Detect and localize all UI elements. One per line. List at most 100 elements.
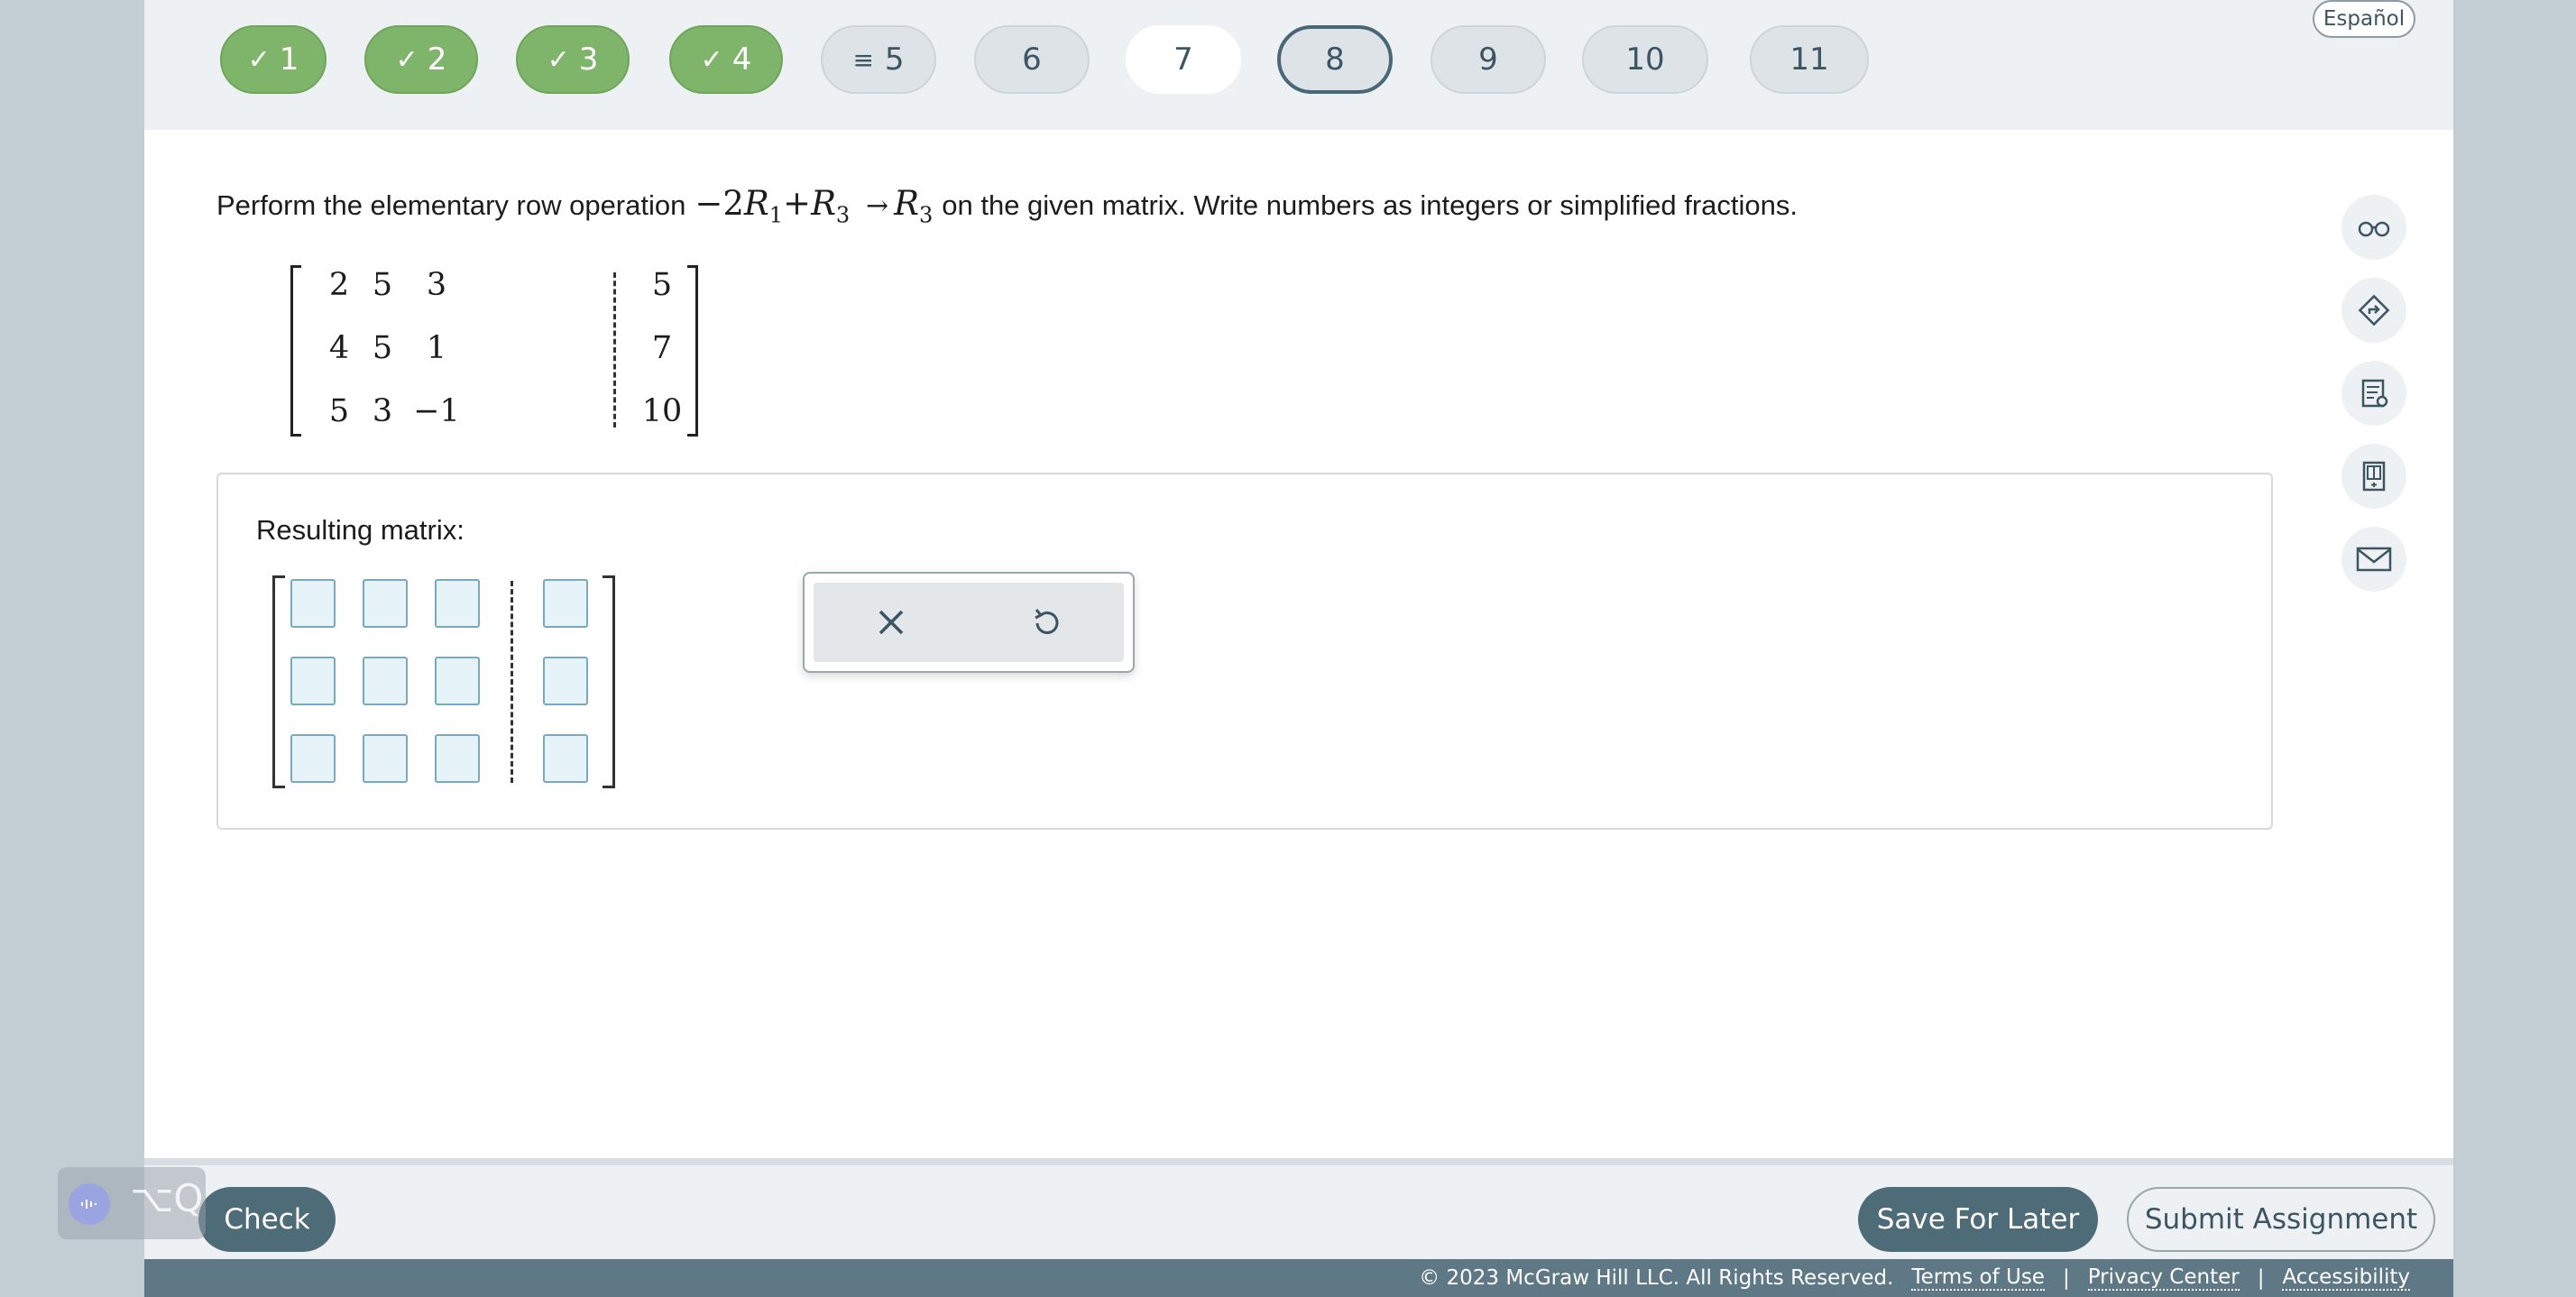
matrix-cell: 5 xyxy=(372,330,393,366)
privacy-link[interactable]: Privacy Center xyxy=(2087,1265,2240,1291)
matrix-left-bracket xyxy=(290,265,301,437)
glasses-icon xyxy=(2358,221,2390,237)
matrix-right-bracket xyxy=(603,575,615,788)
partial-lines-icon: ≡ xyxy=(852,44,874,75)
answer-area: Resulting matrix: xyxy=(216,473,2273,830)
footer-separator: | xyxy=(2257,1266,2265,1290)
ebook-button[interactable] xyxy=(2341,444,2406,509)
question-pill-2[interactable]: ✓ 2 xyxy=(364,25,478,94)
undo-icon xyxy=(1035,609,1059,634)
question-pill-4[interactable]: ✓ 4 xyxy=(669,25,783,94)
question-number: 3 xyxy=(578,41,599,78)
matrix-cell: −1 xyxy=(413,393,460,429)
answer-cell-r2c3[interactable] xyxy=(435,657,480,705)
op-row-index: 3 xyxy=(918,202,934,228)
ebook-icon xyxy=(2362,461,2386,492)
given-augmented-matrix: 2 5 3 5 4 5 1 7 5 3 −1 10 xyxy=(289,258,704,438)
save-for-later-button[interactable]: Save For Later xyxy=(1858,1187,2098,1252)
matrix-cell: 7 xyxy=(651,330,673,366)
matrix-cell: 5 xyxy=(651,267,673,303)
question-navigation-bar: ✓ 1 ✓ 2 ✓ 3 ✓ 4 ≡ 5 6 7 8 9 10 11 Españo… xyxy=(144,0,2453,130)
email-instructor-button[interactable] xyxy=(2341,527,2406,592)
question-pill-11[interactable]: 11 xyxy=(1750,25,1869,94)
undo-button[interactable] xyxy=(1010,586,1082,658)
submit-assignment-button[interactable]: Submit Assignment xyxy=(2127,1187,2435,1252)
op-row-index: 3 xyxy=(835,202,851,228)
question-number: 4 xyxy=(731,41,752,78)
question-pill-8[interactable]: 8 xyxy=(1277,25,1393,94)
answer-cell-r3c1[interactable] xyxy=(290,734,336,783)
terms-link[interactable]: Terms of Use xyxy=(1911,1265,2045,1291)
question-pill-9[interactable]: 9 xyxy=(1431,25,1546,94)
prompt-text-after: on the given matrix. Write numbers as in… xyxy=(942,189,1799,221)
matrix-cell: 3 xyxy=(372,393,393,429)
close-icon xyxy=(879,610,904,635)
question-pill-10[interactable]: 10 xyxy=(1582,25,1708,94)
matrix-left-bracket xyxy=(272,575,285,788)
matrix-cell: 3 xyxy=(426,267,447,303)
matrix-cell: 1 xyxy=(426,330,447,366)
question-number: 1 xyxy=(279,41,299,78)
answer-cell-r3c2[interactable] xyxy=(363,734,408,783)
question-pill-5[interactable]: ≡ 5 xyxy=(821,25,936,94)
check-icon: ✓ xyxy=(700,43,723,76)
question-number: 9 xyxy=(1478,41,1498,78)
answer-cell-r3c3[interactable] xyxy=(435,734,480,783)
question-number: 8 xyxy=(1325,41,1345,78)
row-operation: −2R1+R3 → R3 xyxy=(695,184,933,227)
page-footer: © 2023 McGraw Hill LLC. All Rights Reser… xyxy=(144,1259,2453,1297)
check-button[interactable]: Check xyxy=(198,1187,336,1252)
question-pill-6[interactable]: 6 xyxy=(974,25,1090,94)
voice-wave-icon xyxy=(69,1183,110,1225)
question-number: 5 xyxy=(884,41,905,78)
voice-assistant-overlay[interactable]: ⌥Q xyxy=(58,1167,206,1239)
copyright-text: © 2023 McGraw Hill LLC. All Rights Reser… xyxy=(1419,1266,1894,1290)
assignment-page: ✓ 1 ✓ 2 ✓ 3 ✓ 4 ≡ 5 6 7 8 9 10 11 Españo… xyxy=(144,0,2453,1297)
augment-divider xyxy=(511,581,513,783)
mail-icon xyxy=(2356,547,2392,572)
op-row-r: R xyxy=(811,184,836,223)
directions-button[interactable] xyxy=(2341,278,2406,343)
matrix-cell: 5 xyxy=(372,267,393,303)
question-pill-3[interactable]: ✓ 3 xyxy=(516,25,630,94)
question-number: 11 xyxy=(1789,41,1829,78)
op-plus: + xyxy=(783,184,812,223)
answer-cell-r2c4[interactable] xyxy=(543,657,588,705)
notes-icon xyxy=(2361,379,2388,408)
prompt-text-before: Perform the elementary row operation xyxy=(216,189,686,221)
shortcut-keys: ⌥Q xyxy=(130,1176,204,1220)
answer-cell-r1c2[interactable] xyxy=(363,579,408,628)
question-pill-7[interactable]: 7 xyxy=(1126,25,1241,94)
language-toggle[interactable]: Español xyxy=(2313,0,2415,38)
check-icon: ✓ xyxy=(395,43,419,76)
hint-button[interactable] xyxy=(2341,361,2406,426)
accessibility-link[interactable]: Accessibility xyxy=(2282,1265,2410,1291)
tool-palette-body xyxy=(814,583,1124,662)
resulting-matrix-label: Resulting matrix: xyxy=(256,514,465,546)
question-number: 2 xyxy=(427,41,447,78)
answer-tool-palette xyxy=(803,572,1135,673)
question-prompt: Perform the elementary row operation −2R… xyxy=(216,184,1798,227)
augment-divider xyxy=(613,272,616,428)
answer-cell-r2c2[interactable] xyxy=(363,657,408,705)
answer-cell-r3c4[interactable] xyxy=(543,734,588,783)
clear-button[interactable] xyxy=(855,586,927,658)
question-number: 7 xyxy=(1173,41,1193,78)
check-icon: ✓ xyxy=(247,43,271,76)
read-aloud-button[interactable] xyxy=(2341,195,2406,260)
op-row-r: R xyxy=(894,184,919,223)
op-arrow: → xyxy=(865,190,889,222)
answer-cell-r1c1[interactable] xyxy=(290,579,336,628)
directions-icon xyxy=(2358,294,2390,327)
op-row-r: R xyxy=(743,184,769,223)
check-icon: ✓ xyxy=(547,43,570,76)
op-coefficient: −2 xyxy=(695,184,744,223)
resulting-matrix-input xyxy=(272,575,615,788)
question-number: 6 xyxy=(1022,41,1042,78)
matrix-cell: 10 xyxy=(641,393,683,429)
op-row-index: 1 xyxy=(768,202,784,228)
answer-cell-r1c3[interactable] xyxy=(435,579,480,628)
answer-cell-r1c4[interactable] xyxy=(543,579,588,628)
question-pill-1[interactable]: ✓ 1 xyxy=(220,25,327,94)
answer-cell-r2c1[interactable] xyxy=(290,657,336,705)
